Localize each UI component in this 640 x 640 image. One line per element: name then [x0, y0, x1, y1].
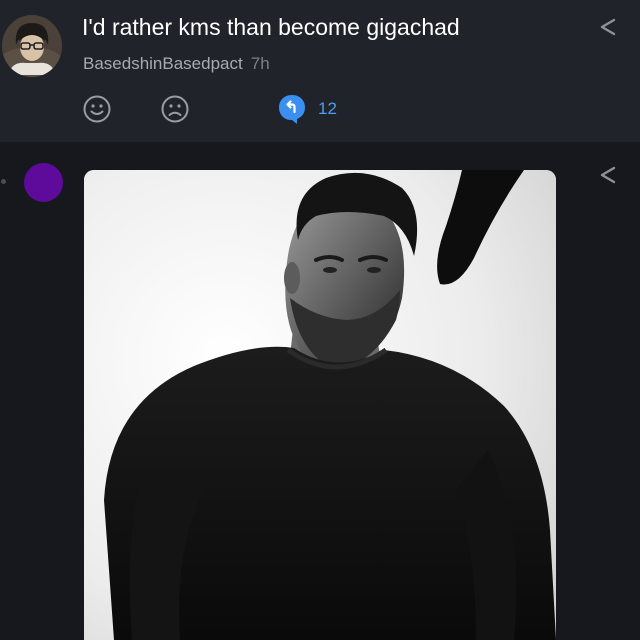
share-icon — [600, 166, 616, 184]
comment-avatar[interactable] — [24, 163, 63, 202]
comment-image[interactable] — [84, 170, 556, 640]
reply-button[interactable]: 12 — [277, 93, 337, 125]
post-card: I'd rather kms than become gigachad Base… — [0, 0, 640, 142]
author-avatar[interactable] — [2, 15, 62, 77]
thread-indicator — [1, 179, 6, 184]
post-meta: BasedshinBasedpact 7h — [83, 54, 270, 74]
reply-count: 12 — [318, 99, 337, 118]
post-time: 7h — [250, 54, 270, 73]
frown-face-icon — [161, 95, 189, 123]
comment-share-button[interactable] — [595, 162, 621, 188]
author-name[interactable]: BasedshinBasedpact — [83, 54, 243, 73]
react-happy-button[interactable] — [82, 94, 112, 124]
share-icon — [600, 18, 616, 36]
post-title: I'd rather kms than become gigachad — [82, 14, 460, 40]
share-button[interactable] — [595, 14, 621, 40]
smile-face-icon — [83, 95, 111, 123]
reply-icon — [279, 95, 305, 124]
react-sad-button[interactable] — [160, 94, 190, 124]
